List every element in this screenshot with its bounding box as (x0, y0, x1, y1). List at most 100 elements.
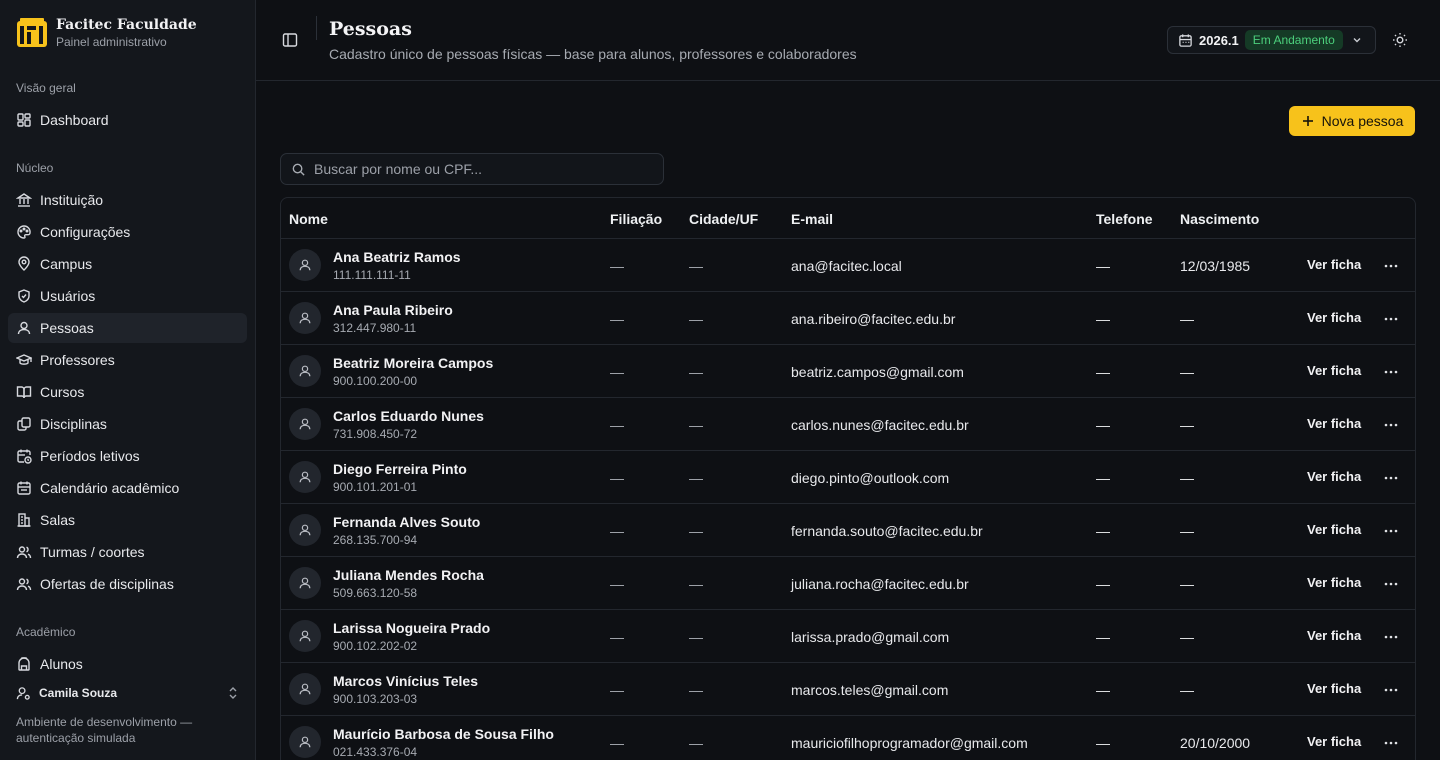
sidebar-item-label: Alunos (40, 656, 83, 672)
section-label-visao-geral: Visão geral (16, 81, 76, 95)
person-cpf: 731.908.450-72 (333, 427, 418, 441)
person-telefone: — (1096, 629, 1110, 645)
view-record-button[interactable]: Ver ficha (1307, 416, 1361, 431)
more-horizontal-icon[interactable] (1383, 523, 1399, 539)
column-header-nome[interactable]: Nome (289, 211, 328, 227)
sidebar-item-configuracoes[interactable]: Configurações (8, 217, 247, 247)
calendar-icon (17, 481, 31, 495)
section-label-nucleo: Núcleo (16, 161, 54, 175)
column-header-email[interactable]: E-mail (791, 211, 833, 227)
more-horizontal-icon[interactable] (1383, 364, 1399, 380)
table-row[interactable]: Carlos Eduardo Nunes 731.908.450-72 — — … (281, 398, 1415, 451)
view-record-button[interactable]: Ver ficha (1307, 575, 1361, 590)
table-row[interactable]: Diego Ferreira Pinto 900.101.201-01 — — … (281, 451, 1415, 504)
view-record-button[interactable]: Ver ficha (1307, 734, 1361, 749)
avatar (289, 408, 321, 440)
column-header-nascimento[interactable]: Nascimento (1180, 211, 1259, 227)
header-divider (316, 16, 317, 40)
person-cpf: 900.100.200-00 (333, 374, 418, 388)
more-horizontal-icon[interactable] (1383, 629, 1399, 645)
person-telefone: — (1096, 576, 1110, 592)
sidebar-item-usuarios[interactable]: Usuários (8, 281, 247, 311)
person-nascimento: — (1180, 364, 1194, 380)
sidebar-item-label: Usuários (40, 288, 96, 304)
table-row[interactable]: Juliana Mendes Rocha 509.663.120-58 — — … (281, 557, 1415, 610)
new-person-button[interactable]: Nova pessoa (1289, 106, 1415, 136)
person-filiacao: — (610, 576, 624, 592)
person-cpf: 021.433.376-04 (333, 745, 418, 759)
sidebar-item-ofertas-de-disciplinas[interactable]: Ofertas de disciplinas (8, 569, 247, 599)
column-header-cidade-uf[interactable]: Cidade/UF (689, 211, 758, 227)
table-row[interactable]: Larissa Nogueira Prado 900.102.202-02 — … (281, 610, 1415, 663)
view-record-button[interactable]: Ver ficha (1307, 628, 1361, 643)
table-row[interactable]: Marcos Vinícius Teles 900.103.203-03 — —… (281, 663, 1415, 716)
sidebar-item-pessoas[interactable]: Pessoas (8, 313, 247, 343)
person-telefone: — (1096, 364, 1110, 380)
column-header-filiacao[interactable]: Filiação (610, 211, 662, 227)
more-horizontal-icon[interactable] (1383, 470, 1399, 486)
person-name: Ana Paula Ribeiro (333, 302, 453, 318)
more-horizontal-icon[interactable] (1383, 417, 1399, 433)
view-record-button[interactable]: Ver ficha (1307, 522, 1361, 537)
period-selector[interactable]: 2026.1 Em Andamento (1167, 26, 1376, 54)
more-horizontal-icon[interactable] (1383, 258, 1399, 274)
users-round-icon (16, 578, 32, 591)
sidebar-item-professores[interactable]: Professores (8, 345, 247, 375)
sidebar-item-calendario-academico[interactable]: Calendário acadêmico (8, 473, 247, 503)
sidebar-item-turmas-coortes[interactable]: Turmas / coortes (8, 537, 247, 567)
sun-icon[interactable] (1392, 32, 1408, 48)
avatar (289, 726, 321, 758)
brand-title: Facitec Faculdade (56, 17, 197, 33)
brand-logo-icon (17, 18, 47, 47)
person-telefone: — (1096, 523, 1110, 539)
brand[interactable]: Facitec Faculdade Painel administrativo (16, 16, 197, 50)
person-telefone: — (1096, 470, 1110, 486)
table-row[interactable]: Ana Paula Ribeiro 312.447.980-11 — — ana… (281, 292, 1415, 345)
sidebar-item-periodos-letivos[interactable]: Períodos letivos (8, 441, 247, 471)
user-cog-icon (16, 686, 30, 700)
person-email: mauriciofilhoprogramador@gmail.com (791, 735, 1028, 751)
view-record-button[interactable]: Ver ficha (1307, 310, 1361, 325)
user-icon (299, 312, 311, 324)
sidebar-item-instituicao[interactable]: Instituição (8, 185, 247, 215)
search-input[interactable] (314, 161, 644, 177)
view-record-button[interactable]: Ver ficha (1307, 363, 1361, 378)
sidebar-item-alunos[interactable]: Alunos (8, 649, 247, 679)
user-icon (299, 418, 311, 430)
more-horizontal-icon[interactable] (1383, 735, 1399, 751)
person-nascimento: — (1180, 523, 1194, 539)
page-header: Pessoas Cadastro único de pessoas física… (256, 0, 1440, 81)
person-cpf: 900.103.203-03 (333, 692, 418, 706)
user-icon (299, 683, 311, 695)
person-filiacao: — (610, 258, 624, 274)
sidebar-item-dashboard[interactable]: Dashboard (8, 105, 247, 135)
table-row[interactable]: Beatriz Moreira Campos 900.100.200-00 — … (281, 345, 1415, 398)
table-row[interactable]: Maurício Barbosa de Sousa Filho 021.433.… (281, 716, 1415, 760)
sidebar-item-label: Dashboard (40, 112, 109, 128)
more-horizontal-icon[interactable] (1383, 311, 1399, 327)
view-record-button[interactable]: Ver ficha (1307, 469, 1361, 484)
view-record-button[interactable]: Ver ficha (1307, 681, 1361, 696)
table-row[interactable]: Ana Beatriz Ramos 111.111.111-11 — — ana… (281, 239, 1415, 292)
table-header: Nome Filiação Cidade/UF E-mail Telefone … (281, 198, 1415, 239)
column-header-telefone[interactable]: Telefone (1096, 211, 1153, 227)
view-record-button[interactable]: Ver ficha (1307, 257, 1361, 272)
copy-icon (17, 417, 31, 431)
avatar (289, 567, 321, 599)
sidebar-item-cursos[interactable]: Cursos (8, 377, 247, 407)
sidebar-item-campus[interactable]: Campus (8, 249, 247, 279)
person-cidade: — (689, 364, 703, 380)
person-email: ana.ribeiro@facitec.edu.br (791, 311, 956, 327)
sidebar-item-disciplinas[interactable]: Disciplinas (8, 409, 247, 439)
person-cidade: — (689, 629, 703, 645)
table-row[interactable]: Fernanda Alves Souto 268.135.700-94 — — … (281, 504, 1415, 557)
more-horizontal-icon[interactable] (1383, 576, 1399, 592)
user-icon (17, 321, 31, 335)
sidebar-item-salas[interactable]: Salas (8, 505, 247, 535)
sidebar-toggle-icon[interactable] (282, 32, 298, 48)
user-menu[interactable]: Camila Souza (16, 684, 240, 702)
user-icon (299, 259, 311, 271)
person-name: Larissa Nogueira Prado (333, 620, 491, 636)
more-horizontal-icon[interactable] (1383, 682, 1399, 698)
plus-icon (1302, 116, 1313, 126)
